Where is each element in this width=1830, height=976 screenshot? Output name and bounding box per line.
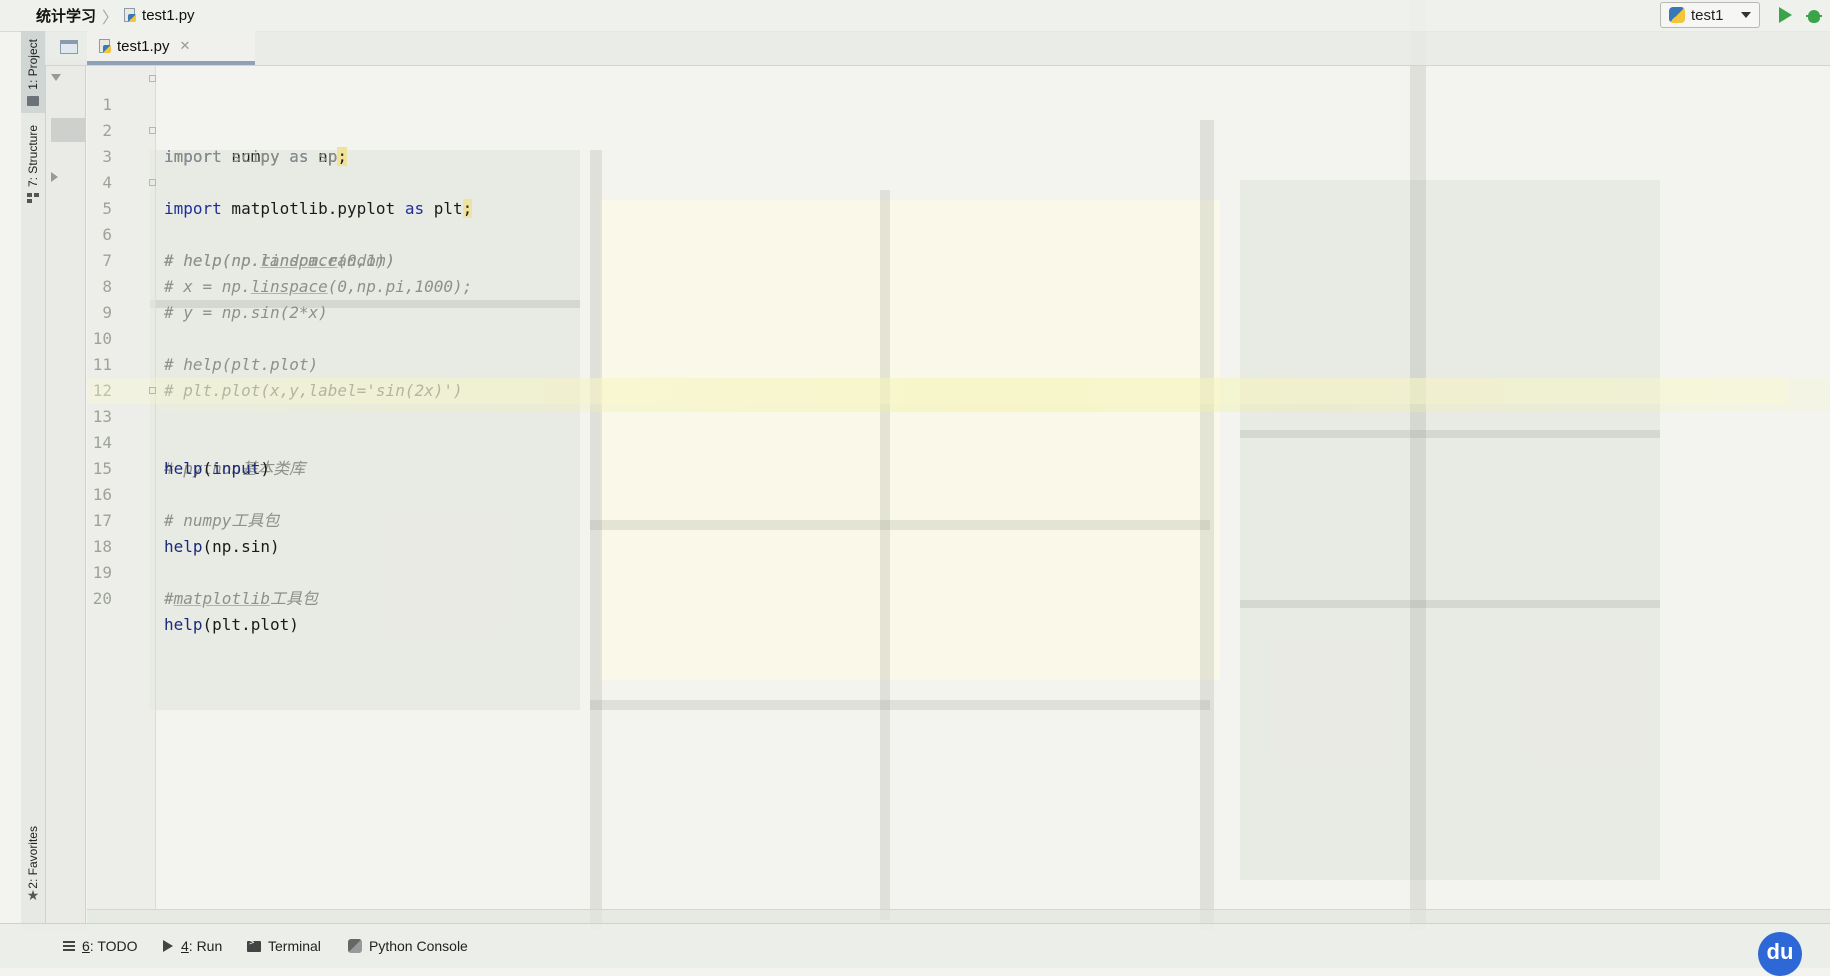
code-line: 20 help(plt.plot) <box>87 560 1787 634</box>
star-icon: ★ <box>26 887 40 904</box>
code-line: 5 # help(np.random.random) <box>87 170 1787 270</box>
chevron-down-icon <box>1741 12 1751 18</box>
code-line: 15 <box>87 430 1787 478</box>
terminal-icon <box>247 938 261 952</box>
run-tool-button[interactable]: 4: Run <box>163 924 222 968</box>
python-file-icon <box>99 38 112 54</box>
run-number: 4 <box>181 938 189 954</box>
folder-icon <box>27 95 39 106</box>
todo-list-icon <box>63 941 75 951</box>
terminal-tool-button[interactable]: Terminal <box>247 924 321 968</box>
fold-marker-icon[interactable] <box>149 387 156 394</box>
tool-tab-structure[interactable]: 7: Structure <box>21 125 45 215</box>
fold-marker-icon[interactable] <box>149 127 156 134</box>
code-line: 1 import numpy as np; <box>87 66 1787 166</box>
terminal-label: Terminal <box>268 938 321 954</box>
code-line: 11 # plt.plot(x,y,label='sin(2x)') <box>87 326 1787 400</box>
code-line: 2 import scipy as sp; <box>87 92 1787 166</box>
code-line: 18 <box>87 508 1787 556</box>
bottom-tool-bar: 6: TODO 4: Run Terminal Python Console d… <box>0 923 1830 976</box>
tree-collapse-icon[interactable] <box>51 172 58 182</box>
tool-tab-project[interactable]: 1: Project <box>21 31 45 113</box>
python-console-icon <box>348 939 362 953</box>
python-file-icon <box>124 8 137 23</box>
run-configuration-dropdown[interactable]: test1 <box>1660 2 1760 28</box>
breadcrumb-project[interactable]: 统计学习 <box>36 5 96 26</box>
play-icon <box>163 940 173 952</box>
code-line: 9 <box>87 274 1787 322</box>
fold-marker-icon[interactable] <box>149 75 156 82</box>
left-tool-stripe: 1: Project 7: Structure 2: Favorites ★ <box>21 31 46 931</box>
python-console-tool-button[interactable]: Python Console <box>348 924 468 968</box>
run-label: : Run <box>188 938 223 954</box>
python-icon <box>1669 7 1685 23</box>
code-line: 19 #matplotlib工具包 <box>87 534 1787 608</box>
code-line: 7 # x = np.linspace(0,np.pi,1000); <box>87 222 1787 296</box>
run-button[interactable] <box>1779 7 1792 23</box>
structure-icon <box>27 193 39 204</box>
tool-tab-structure-label: 7: Structure <box>26 125 40 188</box>
code-line: 17 help(np.sin) <box>87 482 1787 556</box>
code-line: 16 # numpy工具包 <box>87 456 1787 530</box>
run-configuration-label: test1 <box>1691 6 1724 24</box>
code-editor[interactable]: 1 import numpy as np; 2 import scipy as … <box>87 66 1830 909</box>
code-line: 10 # help(plt.plot) <box>87 300 1787 374</box>
tool-tab-favorites-label: 2: Favorites <box>26 826 40 889</box>
code-comment: #matplotlib工具包 <box>164 589 318 608</box>
debug-button[interactable] <box>1806 6 1822 24</box>
code-line: 4 <box>87 144 1787 192</box>
project-tree-selected-row[interactable] <box>51 118 85 142</box>
code-text: help(plt.plot) <box>164 615 299 634</box>
tool-tab-project-label: 1: Project <box>26 39 40 90</box>
code-line: 6 # help(np.linspace(0,1)) <box>87 196 1787 270</box>
line-number: 20 <box>92 589 112 608</box>
tool-tab-favorites[interactable]: 2: Favorites ★ <box>21 826 45 916</box>
breadcrumb-separator: 〉 <box>102 7 119 27</box>
editor-tab-test1[interactable]: test1.py ✕ <box>87 31 255 65</box>
tree-expand-icon[interactable] <box>51 74 61 81</box>
python-console-label: Python Console <box>369 938 468 954</box>
editor-tab-bar: test1.py ✕ <box>45 31 1830 66</box>
todo-tool-button[interactable]: 6: TODO <box>63 924 138 968</box>
project-panel <box>45 60 86 930</box>
close-icon[interactable]: ✕ <box>180 39 191 54</box>
navigation-bar: 统计学习 〉 test1.py test1 <box>0 0 1830 32</box>
todo-number: 6 <box>82 938 90 954</box>
window-icon[interactable] <box>60 40 78 54</box>
code-line-current: 13 # python基本类库 <box>87 378 1787 478</box>
code-line: 3 import matplotlib.pyplot as plt; <box>87 118 1787 218</box>
breadcrumb-file[interactable]: test1.py <box>142 7 195 24</box>
editor-tab-label: test1.py <box>117 37 170 55</box>
fold-marker-icon[interactable] <box>149 179 156 186</box>
horizontal-scrollbar[interactable] <box>87 909 1830 924</box>
du-badge-icon[interactable]: du <box>1758 932 1802 976</box>
todo-label: : TODO <box>89 938 138 954</box>
code-line: 12 <box>87 352 1787 400</box>
code-line: 14 help(input) <box>87 404 1787 478</box>
code-line: 8 # y = np.sin(2*x) <box>87 248 1787 322</box>
